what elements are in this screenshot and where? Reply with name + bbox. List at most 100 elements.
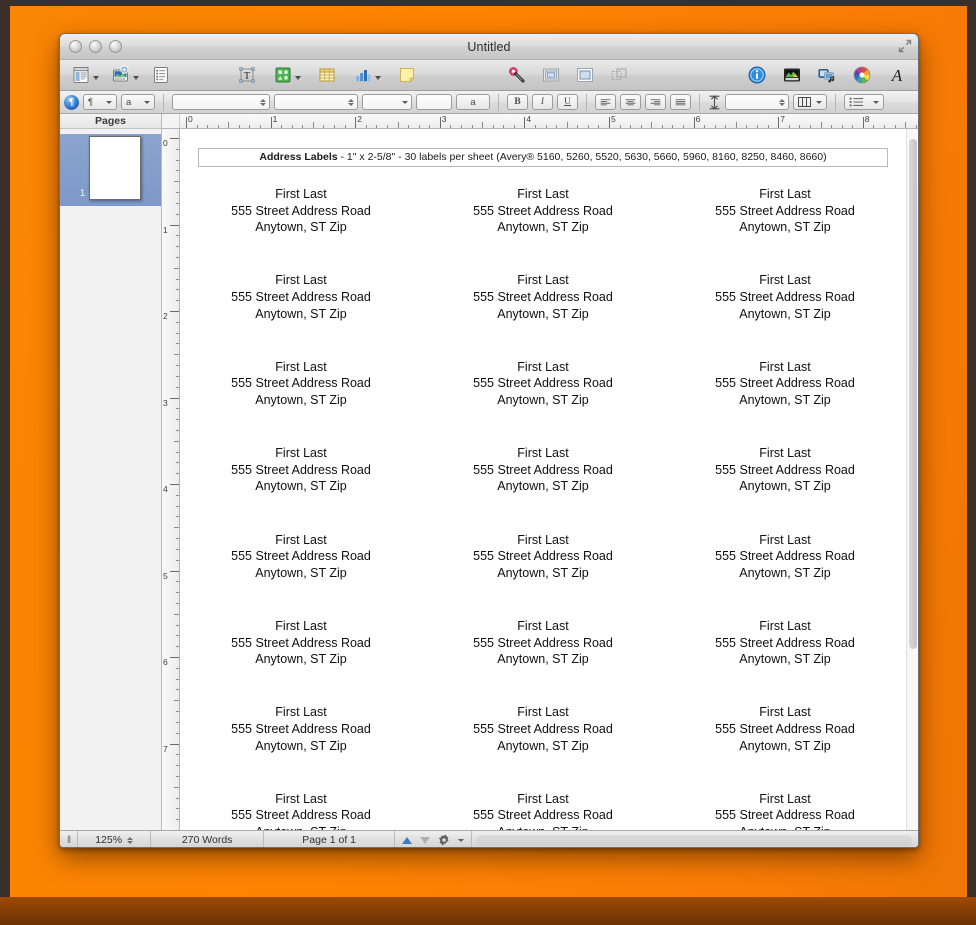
address-label-cell[interactable]: First Last555 Street Address RoadAnytown… xyxy=(180,609,422,695)
address-label-cell[interactable]: First Last555 Street Address RoadAnytown… xyxy=(180,263,422,349)
address-label-cell[interactable]: First Last555 Street Address RoadAnytown… xyxy=(422,695,664,781)
line-spacing-stepper[interactable] xyxy=(779,98,785,106)
label-row[interactable]: First Last555 Street Address RoadAnytown… xyxy=(180,350,906,436)
page-thumbnail[interactable] xyxy=(89,136,142,200)
align-justify-button[interactable] xyxy=(670,94,691,110)
address-label-cell[interactable]: First Last555 Street Address RoadAnytown… xyxy=(664,436,906,522)
zoom-button[interactable] xyxy=(109,40,122,53)
character-style-menu[interactable]: a xyxy=(121,94,155,110)
vertical-scroll-thumb[interactable] xyxy=(909,139,917,649)
font-family-stepper[interactable] xyxy=(260,98,266,106)
mask-icon xyxy=(543,68,559,82)
address-label-cell[interactable]: First Last555 Street Address RoadAnytown… xyxy=(180,177,422,263)
italic-button[interactable]: I xyxy=(532,94,553,110)
horizontal-ruler[interactable]: 0 1 2 3 4 5 6 7 8 xyxy=(162,114,918,129)
align-left-button[interactable] xyxy=(595,94,616,110)
label-row[interactable]: First Last555 Street Address RoadAnytown… xyxy=(180,609,906,695)
address-label-cell[interactable]: First Last555 Street Address RoadAnytown… xyxy=(180,350,422,436)
inspector-button[interactable] xyxy=(744,60,770,91)
background-color-well[interactable]: a xyxy=(456,94,490,110)
label-row[interactable]: First Last555 Street Address RoadAnytown… xyxy=(180,695,906,781)
font-size-select[interactable] xyxy=(362,94,412,110)
label-row[interactable]: First Last555 Street Address RoadAnytown… xyxy=(180,263,906,349)
media-browser-button[interactable] xyxy=(814,60,840,91)
shapes-menu-caret[interactable] xyxy=(295,76,301,80)
charts-button[interactable] xyxy=(350,60,384,91)
line-spacing-select[interactable] xyxy=(725,94,789,110)
paragraph-style-menu[interactable]: ¶ xyxy=(83,94,117,110)
underline-button[interactable]: U xyxy=(557,94,578,110)
triangle-up-icon[interactable] xyxy=(402,836,413,844)
align-right-button[interactable] xyxy=(645,94,666,110)
fonts-button[interactable]: A xyxy=(884,60,910,91)
address-label-cell[interactable]: First Last555 Street Address RoadAnytown… xyxy=(180,695,422,781)
text-color-well[interactable] xyxy=(416,94,452,110)
label-grid[interactable]: First Last 555 Street Address Road Anytown… xyxy=(180,177,906,830)
view-menu-caret[interactable] xyxy=(93,76,99,80)
address-label-cell[interactable]: First Last555 Street Address RoadAnytown… xyxy=(664,782,906,830)
view-button[interactable] xyxy=(68,60,102,91)
font-family-select[interactable] xyxy=(172,94,270,110)
label-row[interactable]: First Last555 Street Address RoadAnytown… xyxy=(180,782,906,830)
instant-alpha-button[interactable] xyxy=(504,60,530,91)
address-label-cell[interactable]: First Last555 Street Address RoadAnytown… xyxy=(180,523,422,609)
gear-menu-caret[interactable] xyxy=(458,838,465,842)
address-label-cell[interactable]: First Last555 Street Address RoadAnytown… xyxy=(422,263,664,349)
address-label-cell[interactable]: First Last555 Street Address RoadAnytown… xyxy=(664,350,906,436)
zoom-stepper[interactable] xyxy=(127,836,134,844)
colors-button[interactable] xyxy=(849,60,875,91)
zoom-control[interactable]: 125% xyxy=(78,831,150,848)
address-label-cell[interactable]: First Last555 Street Address RoadAnytown… xyxy=(422,782,664,830)
document-header-box[interactable]: Address Labels - 1" x 2-5/8" - 30 labels… xyxy=(198,148,888,167)
vertical-ruler[interactable]: 012345678 xyxy=(162,129,180,830)
table-button[interactable] xyxy=(314,60,340,91)
document-page[interactable]: Address Labels - 1" x 2-5/8" - 30 labels… xyxy=(180,129,906,830)
shapes-button[interactable] xyxy=(270,60,304,91)
document-canvas[interactable]: Address Labels - 1" x 2-5/8" - 30 labels… xyxy=(180,129,918,830)
media-menu-caret[interactable] xyxy=(133,76,139,80)
address-label-cell[interactable]: First Last555 Street Address RoadAnytown… xyxy=(422,436,664,522)
pause-control[interactable]: ‖ xyxy=(60,831,77,848)
address-label-cell[interactable]: First Last555 Street Address RoadAnytown… xyxy=(664,177,906,263)
page-thumbnail-item[interactable]: 1 xyxy=(60,134,161,206)
close-button[interactable] xyxy=(69,40,82,53)
horizontal-ruler-strip[interactable]: 0 1 2 3 4 5 6 7 8 xyxy=(180,114,918,128)
vertical-scrollbar[interactable] xyxy=(906,129,918,830)
list-style-menu[interactable] xyxy=(844,94,884,110)
charts-menu-caret[interactable] xyxy=(375,76,381,80)
page-nav-controls[interactable] xyxy=(395,831,471,848)
address-label-cell[interactable]: First Last555 Street Address RoadAnytown… xyxy=(180,782,422,830)
bold-button[interactable]: B xyxy=(507,94,528,110)
triangle-down-icon[interactable] xyxy=(420,836,431,844)
address-label-cell[interactable]: First Last555 Street Address RoadAnytown… xyxy=(422,177,664,263)
label-row[interactable]: First Last555 Street Address RoadAnytown… xyxy=(180,177,906,263)
address-label-cell[interactable]: First Last555 Street Address RoadAnytown… xyxy=(664,695,906,781)
paragraph-marks-toggle[interactable]: ¶ xyxy=(64,94,79,110)
address-label-cell[interactable]: First Last555 Street Address RoadAnytown… xyxy=(422,609,664,695)
mask-button[interactable] xyxy=(538,60,564,91)
label-row[interactable]: First Last555 Street Address RoadAnytown… xyxy=(180,523,906,609)
group-button[interactable] xyxy=(606,60,632,91)
unmask-button[interactable] xyxy=(572,60,598,91)
label-row[interactable]: First Last555 Street Address RoadAnytown… xyxy=(180,436,906,522)
text-box-button[interactable]: T xyxy=(234,60,260,91)
fullscreen-icon[interactable] xyxy=(898,39,912,53)
address-label-cell[interactable]: First Last555 Street Address RoadAnytown… xyxy=(664,609,906,695)
address-label-cell[interactable]: First Last555 Street Address RoadAnytown… xyxy=(664,263,906,349)
media-button[interactable] xyxy=(108,60,142,91)
gear-icon[interactable] xyxy=(438,834,450,846)
address-label-cell[interactable]: First Last555 Street Address RoadAnytown… xyxy=(422,523,664,609)
minimize-button[interactable] xyxy=(89,40,102,53)
horizontal-scrollbar[interactable] xyxy=(476,834,912,846)
line-spacing-icon xyxy=(709,95,720,109)
adjust-image-button[interactable] xyxy=(779,60,805,91)
align-center-button[interactable] xyxy=(620,94,641,110)
font-typeface-stepper[interactable] xyxy=(348,98,354,106)
outline-button[interactable] xyxy=(148,60,174,91)
comment-button[interactable] xyxy=(394,60,420,91)
columns-menu[interactable] xyxy=(793,94,827,110)
address-label-cell[interactable]: First Last555 Street Address RoadAnytown… xyxy=(664,523,906,609)
font-typeface-select[interactable] xyxy=(274,94,358,110)
address-label-cell[interactable]: First Last555 Street Address RoadAnytown… xyxy=(422,350,664,436)
address-label-cell[interactable]: First Last555 Street Address RoadAnytown… xyxy=(180,436,422,522)
